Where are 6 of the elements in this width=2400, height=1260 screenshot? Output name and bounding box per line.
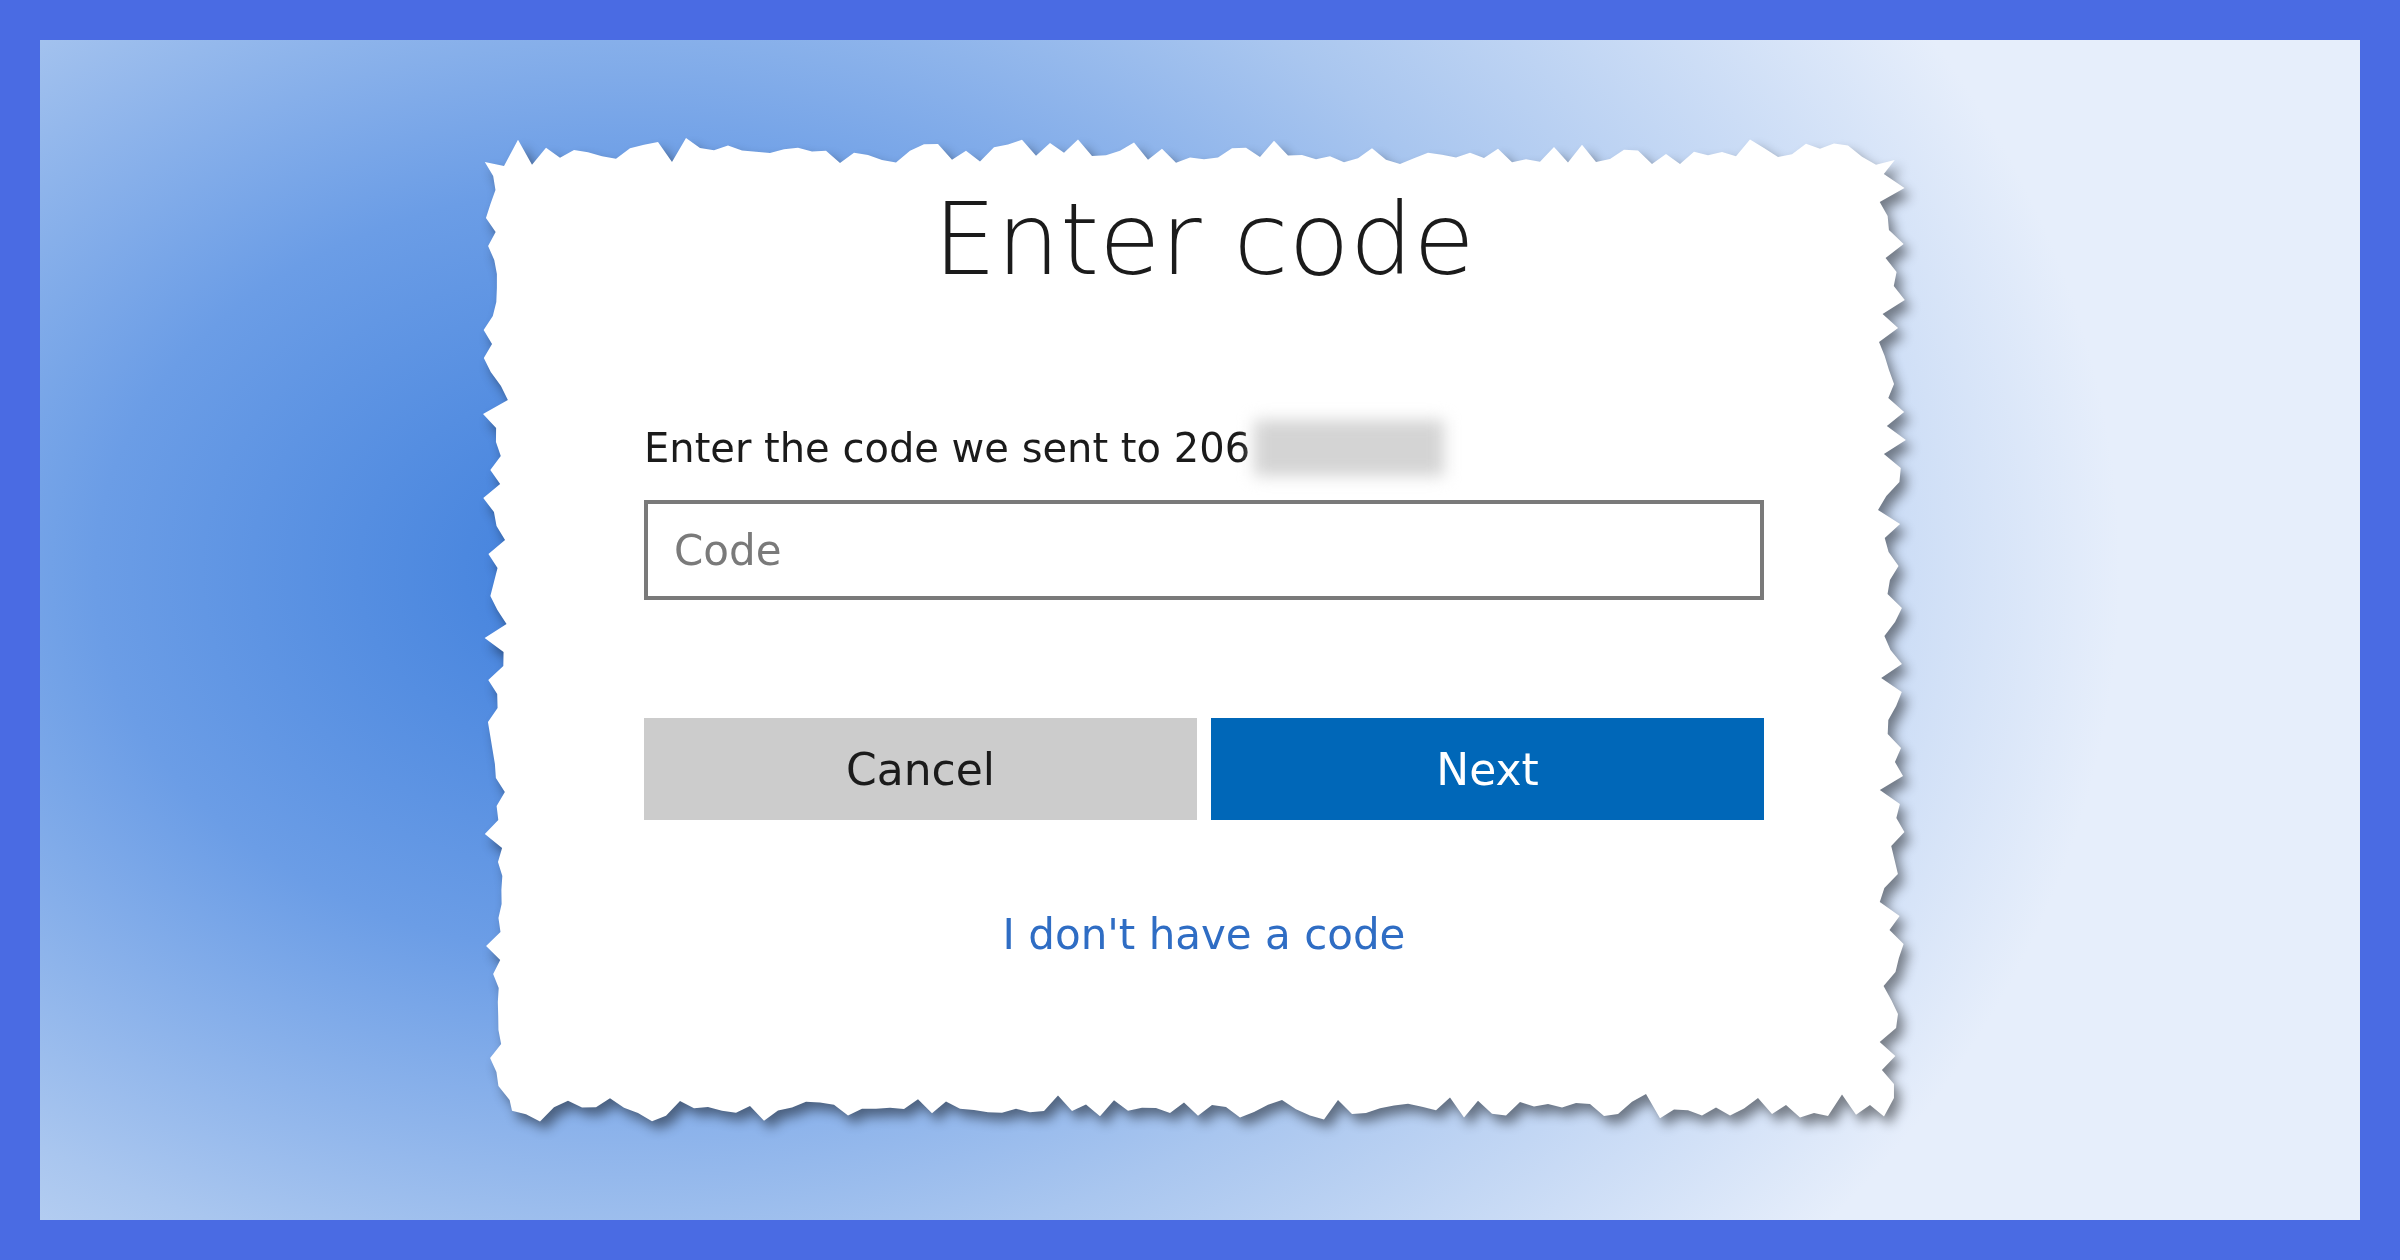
next-button[interactable]: Next	[1211, 718, 1764, 820]
instruction-text: Enter the code we sent to 206	[644, 425, 1251, 471]
code-field[interactable]: Code	[644, 500, 1764, 600]
dialog-title: Enter code	[933, 180, 1475, 300]
cancel-button[interactable]: Cancel	[644, 718, 1197, 820]
no-code-link[interactable]: I don't have a code	[1002, 910, 1406, 959]
